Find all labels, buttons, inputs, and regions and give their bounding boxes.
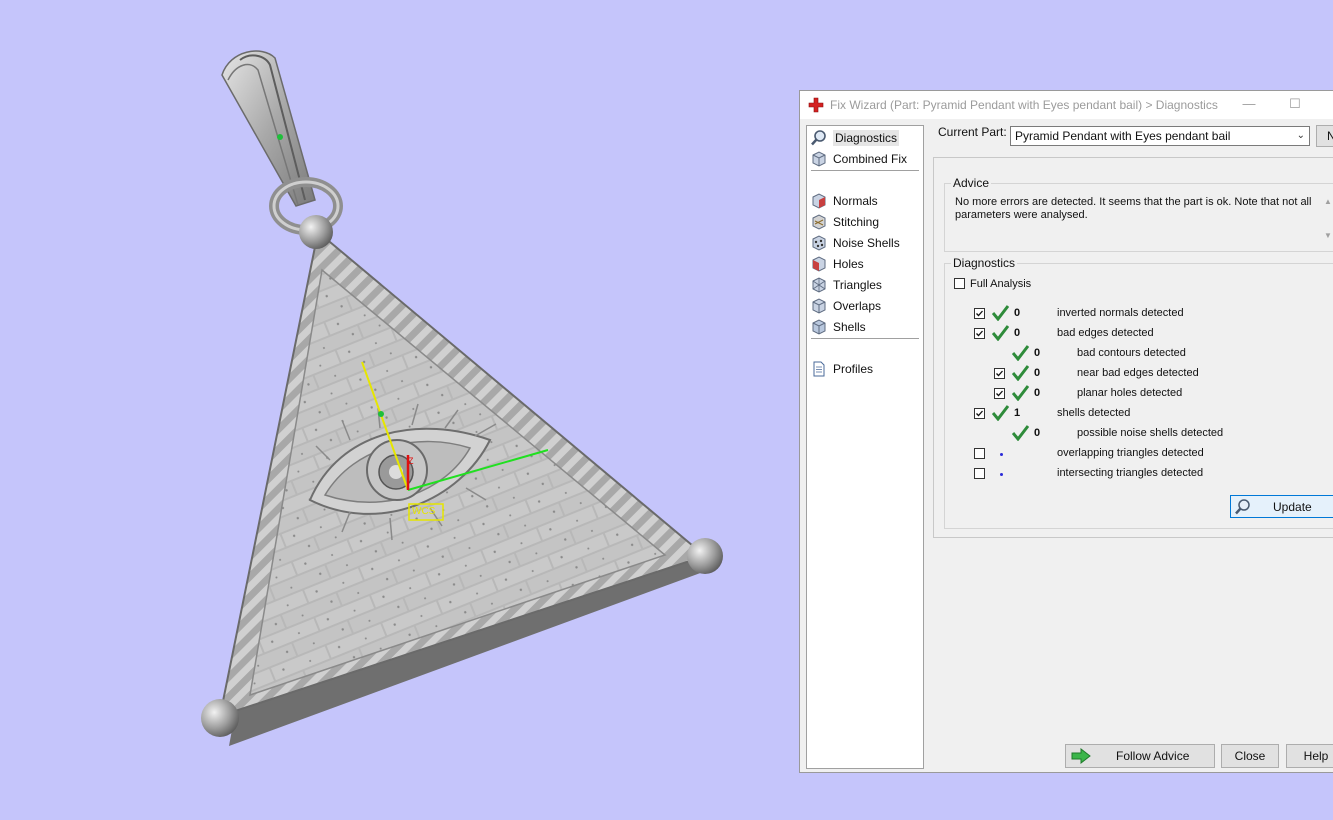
close-button[interactable]: Close xyxy=(1221,744,1279,768)
noise-shells-icon xyxy=(812,235,826,251)
check-ok-icon xyxy=(992,305,1009,321)
current-part-label: Current Part: xyxy=(938,125,1007,139)
wcs-label: WCS xyxy=(412,506,436,517)
full-analysis-label: Full Analysis xyxy=(970,278,1032,290)
update-button[interactable]: Update xyxy=(1230,495,1333,518)
corner-ball-top xyxy=(299,215,333,249)
row-count: 0 xyxy=(1014,327,1021,339)
row-count: 0 xyxy=(1034,367,1041,379)
advice-text: No more errors are detected. It seems th… xyxy=(955,196,1312,221)
triangles-cube-icon xyxy=(812,277,826,293)
3d-viewport[interactable]: Z WCS xyxy=(0,0,800,820)
row-count: 0 xyxy=(1034,347,1041,359)
cube-icon xyxy=(812,151,826,167)
pending-dot-icon xyxy=(1000,453,1003,456)
nav-separator xyxy=(811,338,919,339)
check-ok-icon xyxy=(992,325,1009,341)
stitching-cube-icon xyxy=(812,214,826,230)
advice-title: Advice xyxy=(951,176,992,190)
window-title: Fix Wizard (Part: Pyramid Pendant with E… xyxy=(830,98,1218,112)
row-count: 0 xyxy=(1034,427,1041,439)
corner-ball-right xyxy=(687,538,723,574)
pendant-model xyxy=(201,50,723,746)
row-checkbox[interactable] xyxy=(974,468,985,479)
row-label: bad edges detected xyxy=(1057,327,1154,339)
row-label: overlapping triangles detected xyxy=(1057,447,1204,459)
row-count: 0 xyxy=(1034,387,1041,399)
row-checkbox[interactable] xyxy=(994,368,1005,379)
check-ok-icon xyxy=(1012,425,1029,441)
nav-item-profiles[interactable]: Profiles xyxy=(810,359,920,379)
arrow-right-icon xyxy=(1071,748,1091,764)
fix-wizard-dialog: Fix Wizard (Part: Pyramid Pendant with E… xyxy=(799,90,1333,773)
check-ok-icon xyxy=(1012,345,1029,361)
nav-item-diagnostics[interactable]: Diagnostics xyxy=(810,128,920,148)
nav-item-triangles[interactable]: Triangles xyxy=(810,275,920,295)
chevron-down-icon: ⌄ xyxy=(1296,130,1305,141)
check-ok-icon xyxy=(992,405,1009,421)
follow-advice-button[interactable]: Follow Advice xyxy=(1065,744,1215,768)
holes-cube-icon xyxy=(812,256,826,272)
nav-item-holes[interactable]: Holes xyxy=(810,254,920,274)
row-count: 1 xyxy=(1014,407,1021,419)
full-analysis-checkbox[interactable] xyxy=(954,278,965,289)
row-checkbox[interactable] xyxy=(974,328,985,339)
current-part-value: Pyramid Pendant with Eyes pendant bail xyxy=(1015,129,1231,143)
help-button[interactable]: Help xyxy=(1286,744,1333,768)
row-label: intersecting triangles detected xyxy=(1057,467,1204,479)
row-checkbox[interactable] xyxy=(974,448,985,459)
magnifier-icon xyxy=(811,130,826,146)
row-label: bad contours detected xyxy=(1077,347,1186,359)
axis-z-label: Z xyxy=(408,456,414,466)
row-checkbox[interactable] xyxy=(974,308,985,319)
row-label: inverted normals detected xyxy=(1057,307,1184,319)
row-checkbox[interactable] xyxy=(974,408,985,419)
check-ok-icon xyxy=(1012,385,1029,401)
nav-item-shells[interactable]: Shells xyxy=(810,317,920,337)
wizard-nav-panel: Diagnostics Combined Fix Normals Stitchi… xyxy=(806,125,924,769)
row-label: near bad edges detected xyxy=(1077,367,1199,379)
corner-ball-left xyxy=(201,699,239,737)
scroll-up-icon[interactable]: ▲ xyxy=(1324,197,1332,206)
nav-item-noise-shells[interactable]: Noise Shells xyxy=(810,233,920,253)
scroll-down-icon[interactable]: ▼ xyxy=(1324,231,1332,240)
row-count: 0 xyxy=(1014,307,1021,319)
row-label: planar holes detected xyxy=(1077,387,1183,399)
maximize-button[interactable]: ☐ xyxy=(1280,95,1310,115)
normals-cube-icon xyxy=(812,193,826,209)
advice-scrollbar[interactable]: ▲ ▼ xyxy=(1322,195,1333,243)
overlaps-cube-icon xyxy=(812,298,826,314)
check-ok-icon xyxy=(1012,365,1029,381)
row-label: possible noise shells detected xyxy=(1077,427,1224,439)
pending-dot-icon xyxy=(1000,473,1003,476)
nav-item-overlaps[interactable]: Overlaps xyxy=(810,296,920,316)
title-bar: Fix Wizard (Part: Pyramid Pendant with E… xyxy=(800,91,1333,119)
red-cross-icon xyxy=(808,97,824,113)
document-icon xyxy=(813,361,825,377)
nav-item-combined-fix[interactable]: Combined Fix xyxy=(810,149,920,169)
next-part-button[interactable]: N xyxy=(1316,125,1333,147)
minimize-button[interactable]: — xyxy=(1234,95,1264,115)
row-label: shells detected xyxy=(1057,407,1131,419)
nav-separator xyxy=(811,170,919,171)
nav-item-stitching[interactable]: Stitching xyxy=(810,212,920,232)
shells-cube-icon xyxy=(812,319,826,335)
nav-item-normals[interactable]: Normals xyxy=(810,191,920,211)
current-part-select[interactable]: Pyramid Pendant with Eyes pendant bail ⌄ xyxy=(1010,126,1310,146)
diagnostics-title: Diagnostics xyxy=(951,256,1018,270)
row-checkbox[interactable] xyxy=(994,388,1005,399)
magnifier-icon xyxy=(1235,499,1250,515)
